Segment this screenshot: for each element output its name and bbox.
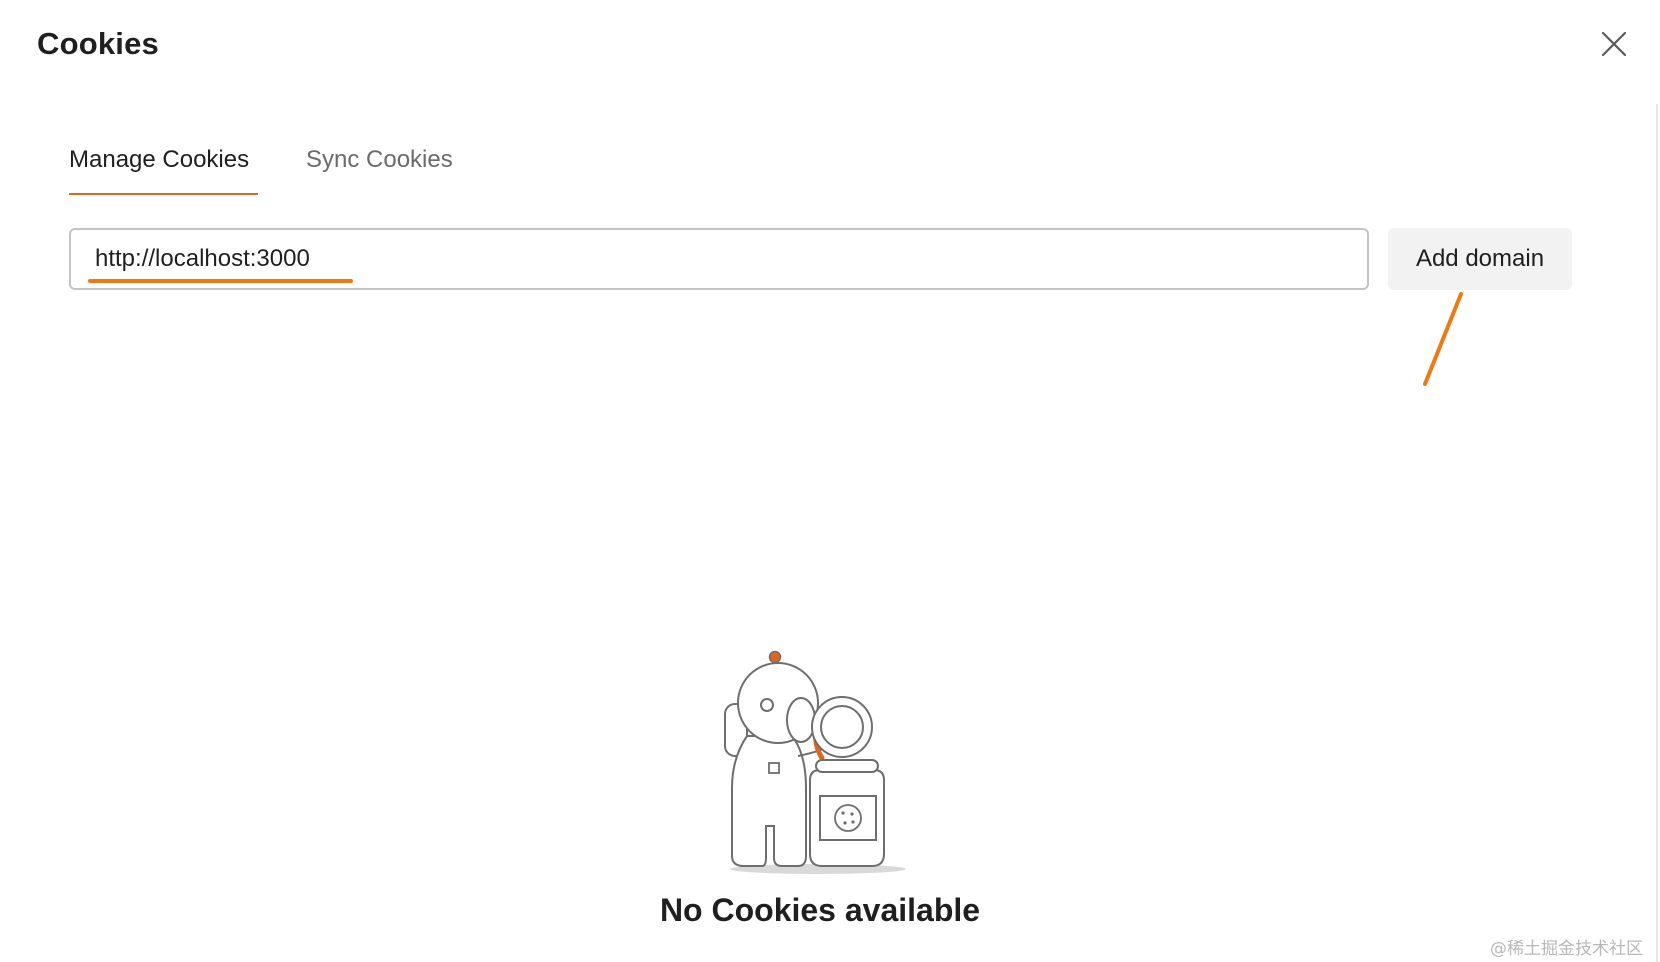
annotation-pen-stroke (1423, 292, 1463, 386)
close-icon (1601, 31, 1627, 57)
tab-manage-cookies[interactable]: Manage Cookies (69, 146, 249, 174)
empty-state-message: No Cookies available (659, 892, 981, 928)
active-tab-indicator (69, 193, 258, 195)
dialog-edge (1656, 104, 1658, 962)
cookies-dialog: Cookies Manage Cookies Sync Cookies Add … (0, 0, 1660, 962)
watermark: @稀土掘金技术社区 (1490, 939, 1643, 959)
dialog-title: Cookies (37, 26, 159, 61)
tab-sync-cookies[interactable]: Sync Cookies (306, 146, 453, 174)
add-domain-button[interactable]: Add domain (1388, 228, 1572, 290)
input-annotation-underline (88, 279, 353, 283)
close-button[interactable] (1598, 28, 1630, 60)
astronaut-cookie-jar-illustration (724, 650, 906, 874)
